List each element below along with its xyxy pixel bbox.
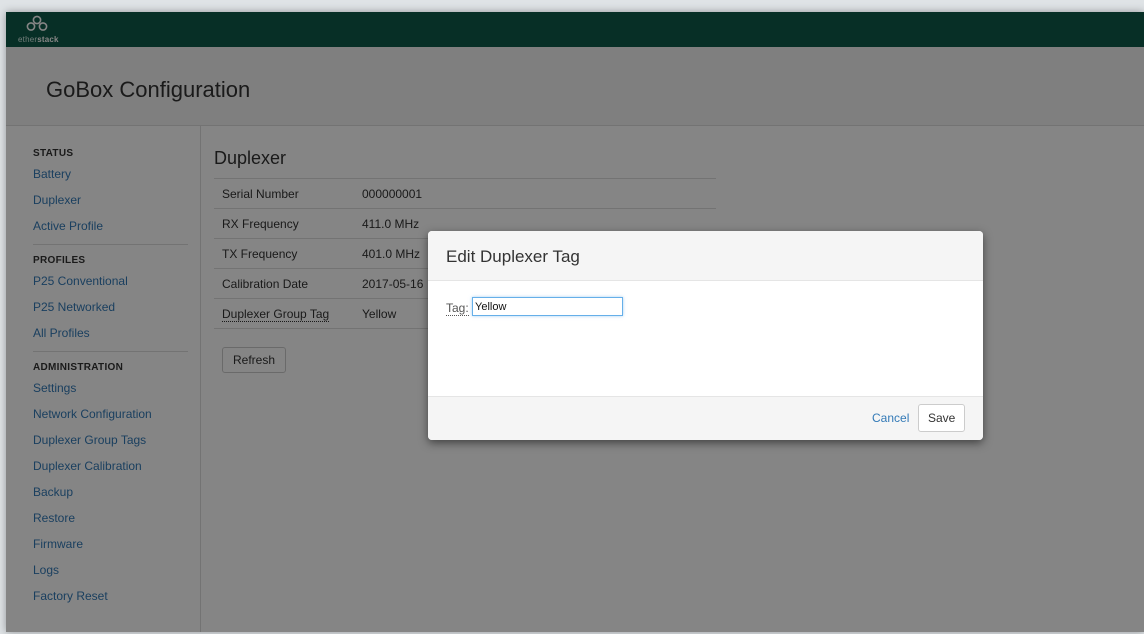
dialog-footer: Cancel Save: [428, 396, 983, 440]
save-button[interactable]: Save: [918, 404, 966, 432]
tag-input[interactable]: [472, 297, 623, 316]
dialog-header: Edit Duplexer Tag: [428, 231, 983, 281]
app-window: etherstack GoBox Configuration STATUS Ba…: [6, 12, 1144, 632]
cancel-button[interactable]: Cancel: [872, 411, 909, 425]
dialog-title: Edit Duplexer Tag: [446, 247, 580, 266]
dialog-body: Tag:: [428, 281, 983, 396]
edit-duplexer-tag-dialog: Edit Duplexer Tag Tag: Cancel Save: [428, 231, 983, 440]
tag-label: Tag:: [446, 301, 469, 316]
